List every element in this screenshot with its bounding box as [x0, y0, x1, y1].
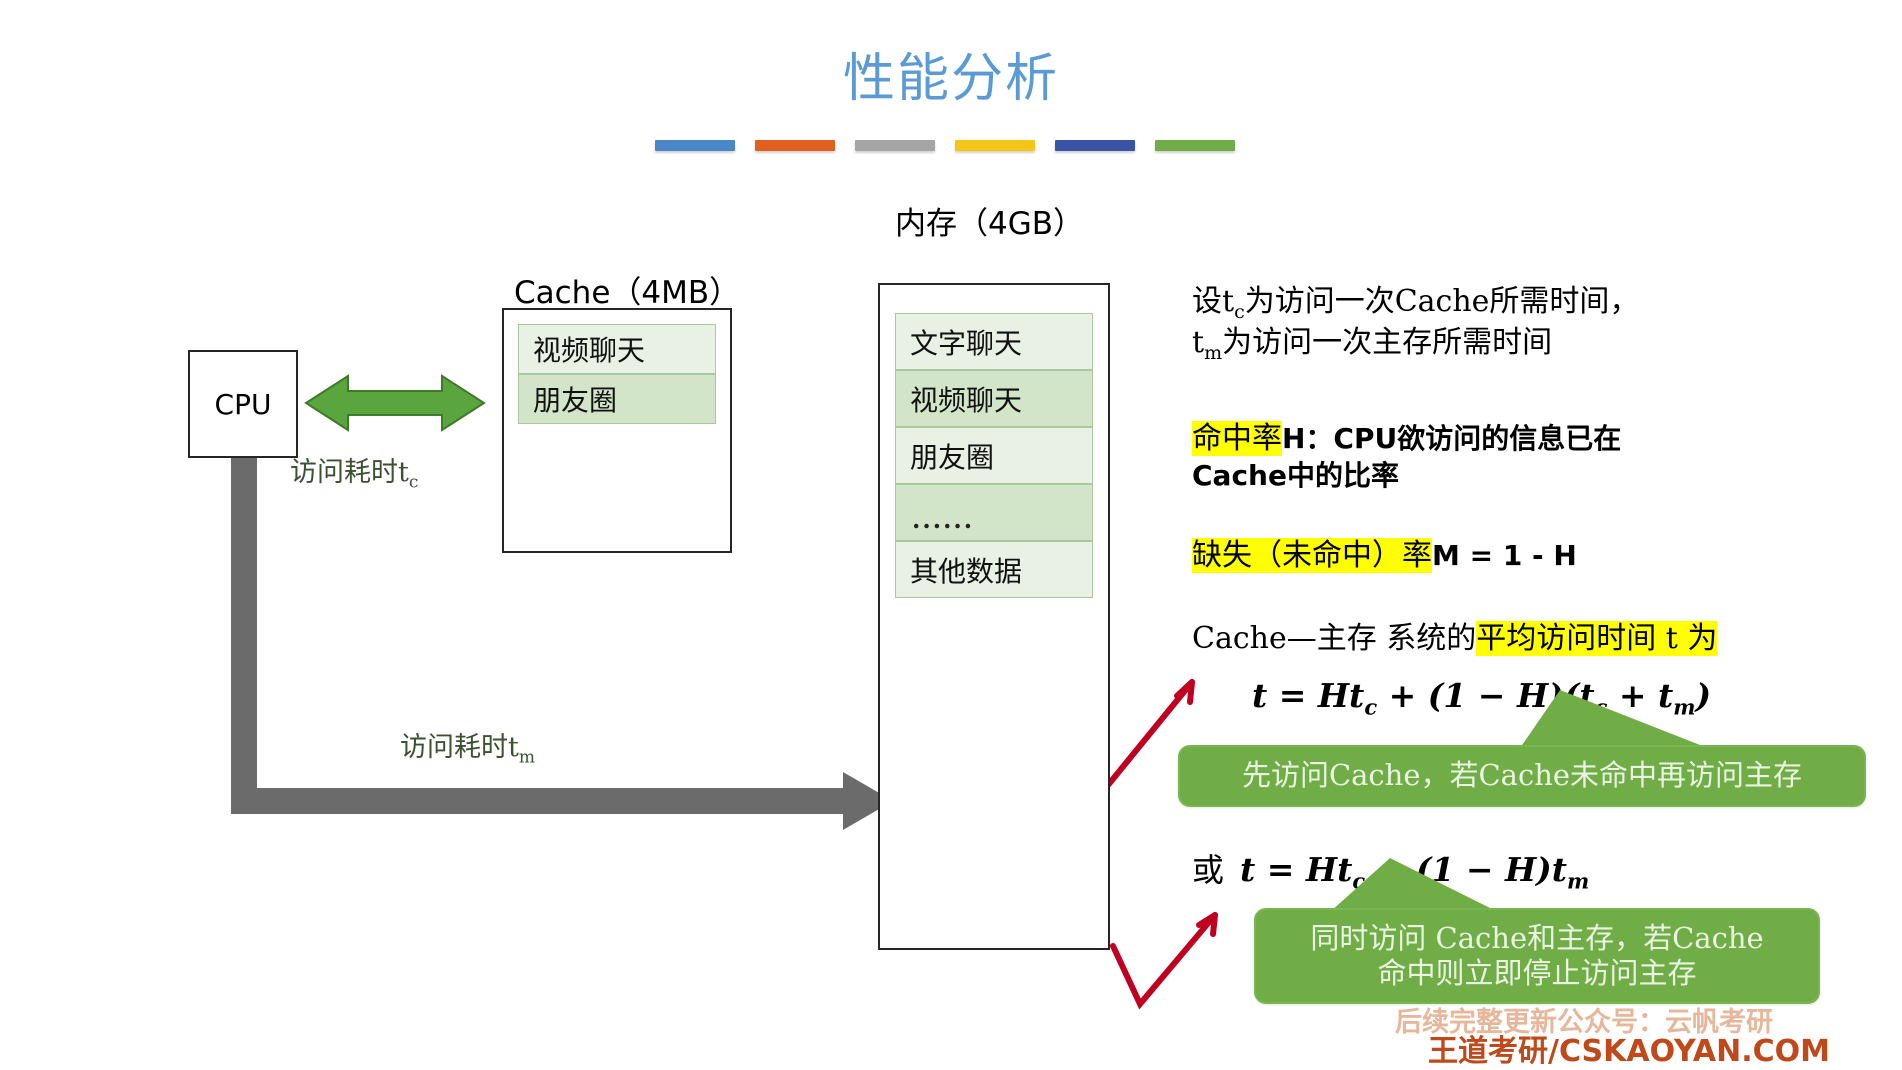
- callout-parallel-access[interactable]: 同时访问 Cache和主存，若Cache 命中则立即停止访问主存: [1254, 908, 1820, 1004]
- callout-1-text: 先访问Cache，若Cache未命中再访问主存: [1241, 758, 1803, 793]
- slide-canvas: 性能分析 CPU Cache（4MB） 视频聊天 朋友圈 内存（4GB） 文字聊…: [0, 0, 1902, 1069]
- callout-2-line-1: 同时访问 Cache和主存，若Cache: [1310, 920, 1764, 955]
- callout-1-tail: [1520, 690, 1700, 748]
- callout-2-line-2: 命中则立即停止访问主存: [1377, 956, 1697, 990]
- watermark-brand: 王道考研/CSKAOYAN.COM: [1428, 1034, 1830, 1069]
- callout-tail-layer: [1330, 690, 1700, 912]
- callout-2-text: 同时访问 Cache和主存，若Cache 命中则立即停止访问主存: [1310, 921, 1763, 992]
- callout-sequential-access[interactable]: 先访问Cache，若Cache未命中再访问主存: [1178, 745, 1866, 807]
- callout-2-tail: [1330, 858, 1490, 912]
